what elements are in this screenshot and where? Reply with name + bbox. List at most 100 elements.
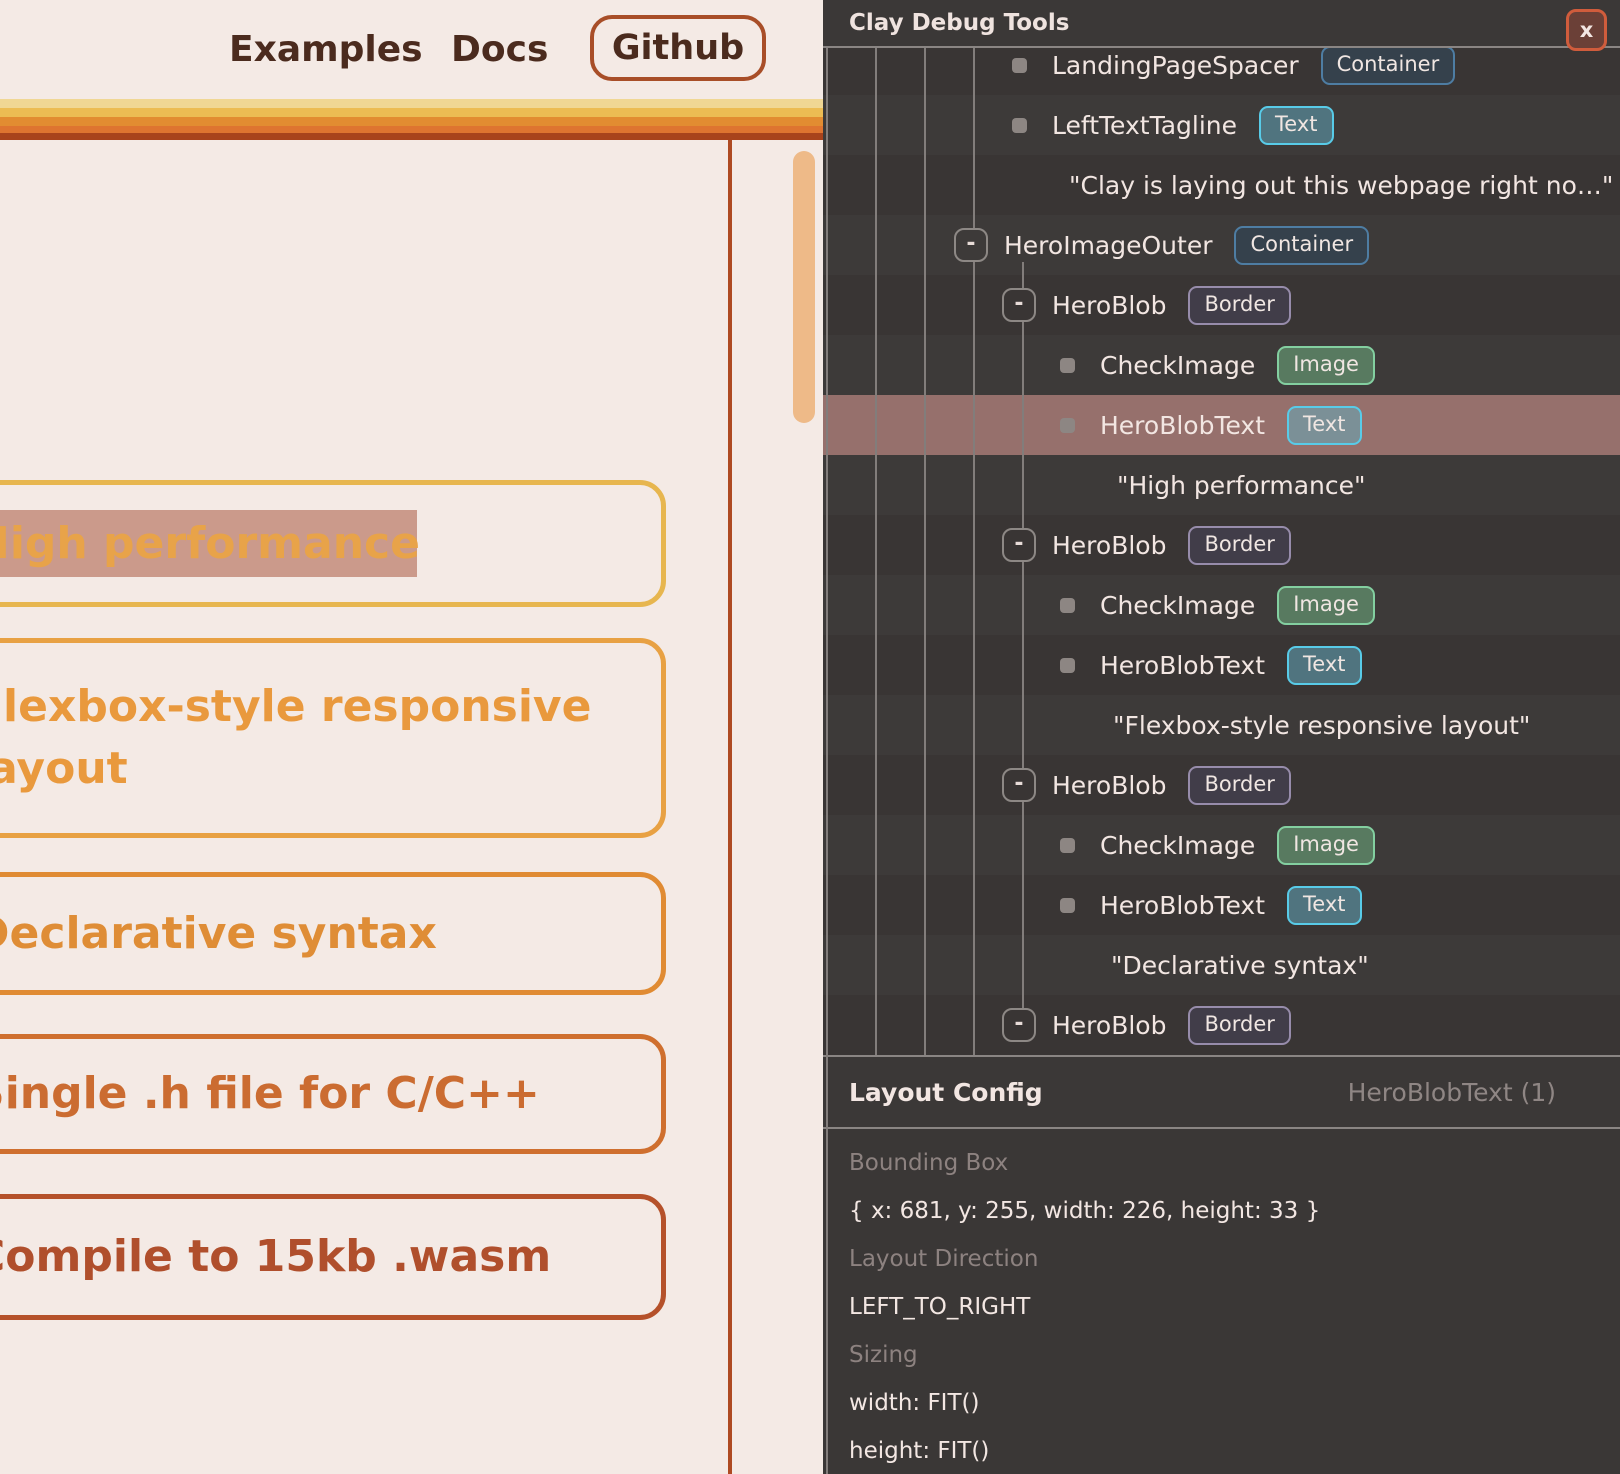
- config-field-value: width: FIT(): [849, 1379, 1594, 1427]
- page-vertical-divider: [728, 140, 732, 1474]
- nav-link-docs[interactable]: Docs: [451, 0, 548, 99]
- leaf-bullet-icon: [1060, 898, 1075, 913]
- feature-blob: High performance: [0, 480, 666, 607]
- tree-row-heroimageouter[interactable]: -HeroImageOuter Container: [823, 215, 1620, 275]
- top-nav: Examples Docs Github: [0, 0, 823, 99]
- leaf-bullet-icon: [1012, 58, 1027, 73]
- tree-row-heroblob[interactable]: -HeroBlob Border: [823, 755, 1620, 815]
- text-content-preview: "Flexbox-style responsive layout": [1113, 711, 1530, 740]
- nav-link-examples[interactable]: Examples: [229, 0, 423, 99]
- tree-row-checkimage[interactable]: CheckImage Image: [823, 335, 1620, 395]
- panel-left-border: [826, 46, 828, 1474]
- collapse-toggle-icon[interactable]: -: [1002, 528, 1036, 562]
- element-type-badge: Border: [1188, 526, 1290, 565]
- feature-blob-text: Declarative syntax: [0, 903, 461, 965]
- feature-blob: Compile to 15kb .wasm: [0, 1194, 666, 1320]
- tree-row-heroblob[interactable]: -HeroBlob Border: [823, 995, 1620, 1055]
- brand-stripe-band: [0, 99, 823, 140]
- element-type-badge: Container: [1321, 46, 1456, 85]
- config-field-label: Sizing: [849, 1331, 1594, 1379]
- leaf-bullet-icon: [1060, 358, 1075, 373]
- feature-blob: Flexbox-style responsive layout: [0, 638, 666, 838]
- element-name: HeroBlobText: [1100, 651, 1265, 680]
- indent-guide-line: [973, 48, 975, 1055]
- element-type-badge: Image: [1277, 826, 1375, 865]
- tree-row-heroblobtext[interactable]: HeroBlobText Text: [823, 395, 1620, 455]
- stripe: [0, 99, 823, 108]
- page-scrollbar-thumb[interactable]: [793, 151, 815, 423]
- indent-guide-line: [1022, 262, 1024, 1008]
- tree-text-content-row: "High performance": [823, 455, 1620, 515]
- stripe: [0, 108, 823, 117]
- element-type-badge: Container: [1234, 226, 1369, 265]
- layout-config-title: Layout Config: [849, 1078, 1043, 1107]
- feature-blob-text: High performance: [0, 513, 444, 575]
- clay-debug-panel: Clay Debug Tools x LandingPageSpacer Cont…: [823, 0, 1620, 1474]
- leaf-bullet-icon: [1060, 838, 1075, 853]
- config-field-value: LEFT_TO_RIGHT: [849, 1283, 1594, 1331]
- indent-guide-line: [924, 48, 926, 1055]
- config-field-value: { x: 681, y: 255, width: 226, height: 33…: [849, 1187, 1594, 1235]
- config-field-value: height: FIT(): [849, 1427, 1594, 1474]
- element-name: CheckImage: [1100, 351, 1255, 380]
- element-name: HeroImageOuter: [1004, 231, 1212, 260]
- tree-row-heroblobtext[interactable]: HeroBlobText Text: [823, 635, 1620, 695]
- tree-row-checkimage[interactable]: CheckImage Image: [823, 815, 1620, 875]
- tree-row-heroblobtext[interactable]: HeroBlobText Text: [823, 875, 1620, 935]
- feature-blob: Declarative syntax: [0, 872, 666, 995]
- text-content-preview: "High performance": [1117, 471, 1366, 500]
- feature-blob-text: Flexbox-style responsive layout: [0, 676, 661, 800]
- element-tree: LandingPageSpacer Container LeftTextTaglin…: [823, 0, 1620, 1055]
- text-content-preview: "Declarative syntax": [1111, 951, 1369, 980]
- indent-guide-line: [875, 48, 877, 1055]
- tree-row-heroblob[interactable]: -HeroBlobBorder: [823, 275, 1620, 335]
- element-name: HeroBlobText: [1100, 891, 1265, 920]
- collapse-toggle-icon[interactable]: -: [1002, 1008, 1036, 1042]
- leaf-bullet-icon: [1060, 418, 1075, 433]
- feature-blob: Single .h file for C/C++: [0, 1034, 666, 1154]
- github-button[interactable]: Github: [590, 15, 766, 81]
- tree-row-checkimage[interactable]: CheckImage Image: [823, 575, 1620, 635]
- tree-text-content-row: "Declarative syntax": [823, 935, 1620, 995]
- tree-text-content-row: "Flexbox-style responsive layout": [823, 695, 1620, 755]
- stripe: [0, 117, 823, 126]
- layout-config-header: Layout Config HeroBlobText (1): [823, 1055, 1620, 1129]
- element-type-badge: Image: [1277, 346, 1375, 385]
- leaf-bullet-icon: [1060, 598, 1075, 613]
- clay-landing-page: Examples Docs Github High performance Fle…: [0, 0, 823, 1474]
- layout-config-details: Bounding Box{ x: 681, y: 255, width: 226…: [823, 1129, 1620, 1474]
- element-name: LeftTextTagline: [1052, 111, 1237, 140]
- element-type-badge: Image: [1277, 586, 1375, 625]
- leaf-bullet-icon: [1060, 658, 1075, 673]
- selected-element-label: HeroBlobText (1): [1348, 1078, 1556, 1107]
- stripe: [0, 133, 823, 140]
- element-name: CheckImage: [1100, 831, 1255, 860]
- element-name: CheckImage: [1100, 591, 1255, 620]
- collapse-toggle-icon[interactable]: -: [1002, 288, 1036, 322]
- tree-row-heroblob[interactable]: -HeroBlob Border: [823, 515, 1620, 575]
- stripe: [0, 126, 823, 133]
- tree-text-content-row: "Clay is laying out this webpage right n…: [823, 155, 1620, 215]
- element-name: HeroBlob: [1052, 771, 1166, 800]
- feature-blob-text: Compile to 15kb .wasm: [0, 1226, 575, 1288]
- element-type-badge: Border: [1188, 766, 1290, 805]
- element-type-badge: Border: [1188, 286, 1290, 325]
- element-name: HeroBlob: [1052, 531, 1166, 560]
- element-name: HeroBlob: [1052, 1011, 1166, 1040]
- element-name: LandingPageSpacer: [1052, 51, 1299, 80]
- config-field-label: Bounding Box: [849, 1139, 1594, 1187]
- collapse-toggle-icon[interactable]: -: [954, 228, 988, 262]
- element-type-badge: Text: [1287, 646, 1361, 685]
- collapse-toggle-icon[interactable]: -: [1002, 768, 1036, 802]
- element-type-badge: Text: [1259, 106, 1333, 145]
- element-type-badge: Text: [1287, 886, 1361, 925]
- feature-blob-text: Single .h file for C/C++: [0, 1063, 564, 1125]
- element-type-badge: Text: [1287, 406, 1361, 445]
- text-content-preview: "Clay is laying out this webpage right n…: [1069, 171, 1613, 200]
- debug-panel-title: Clay Debug Tools: [823, 0, 1620, 48]
- tree-row-lefttexttagline[interactable]: LeftTextTagline Text: [823, 95, 1620, 155]
- element-type-badge: Border: [1188, 1006, 1290, 1045]
- close-button[interactable]: x: [1566, 9, 1607, 51]
- leaf-bullet-icon: [1012, 118, 1027, 133]
- element-name: HeroBlobText: [1100, 411, 1265, 440]
